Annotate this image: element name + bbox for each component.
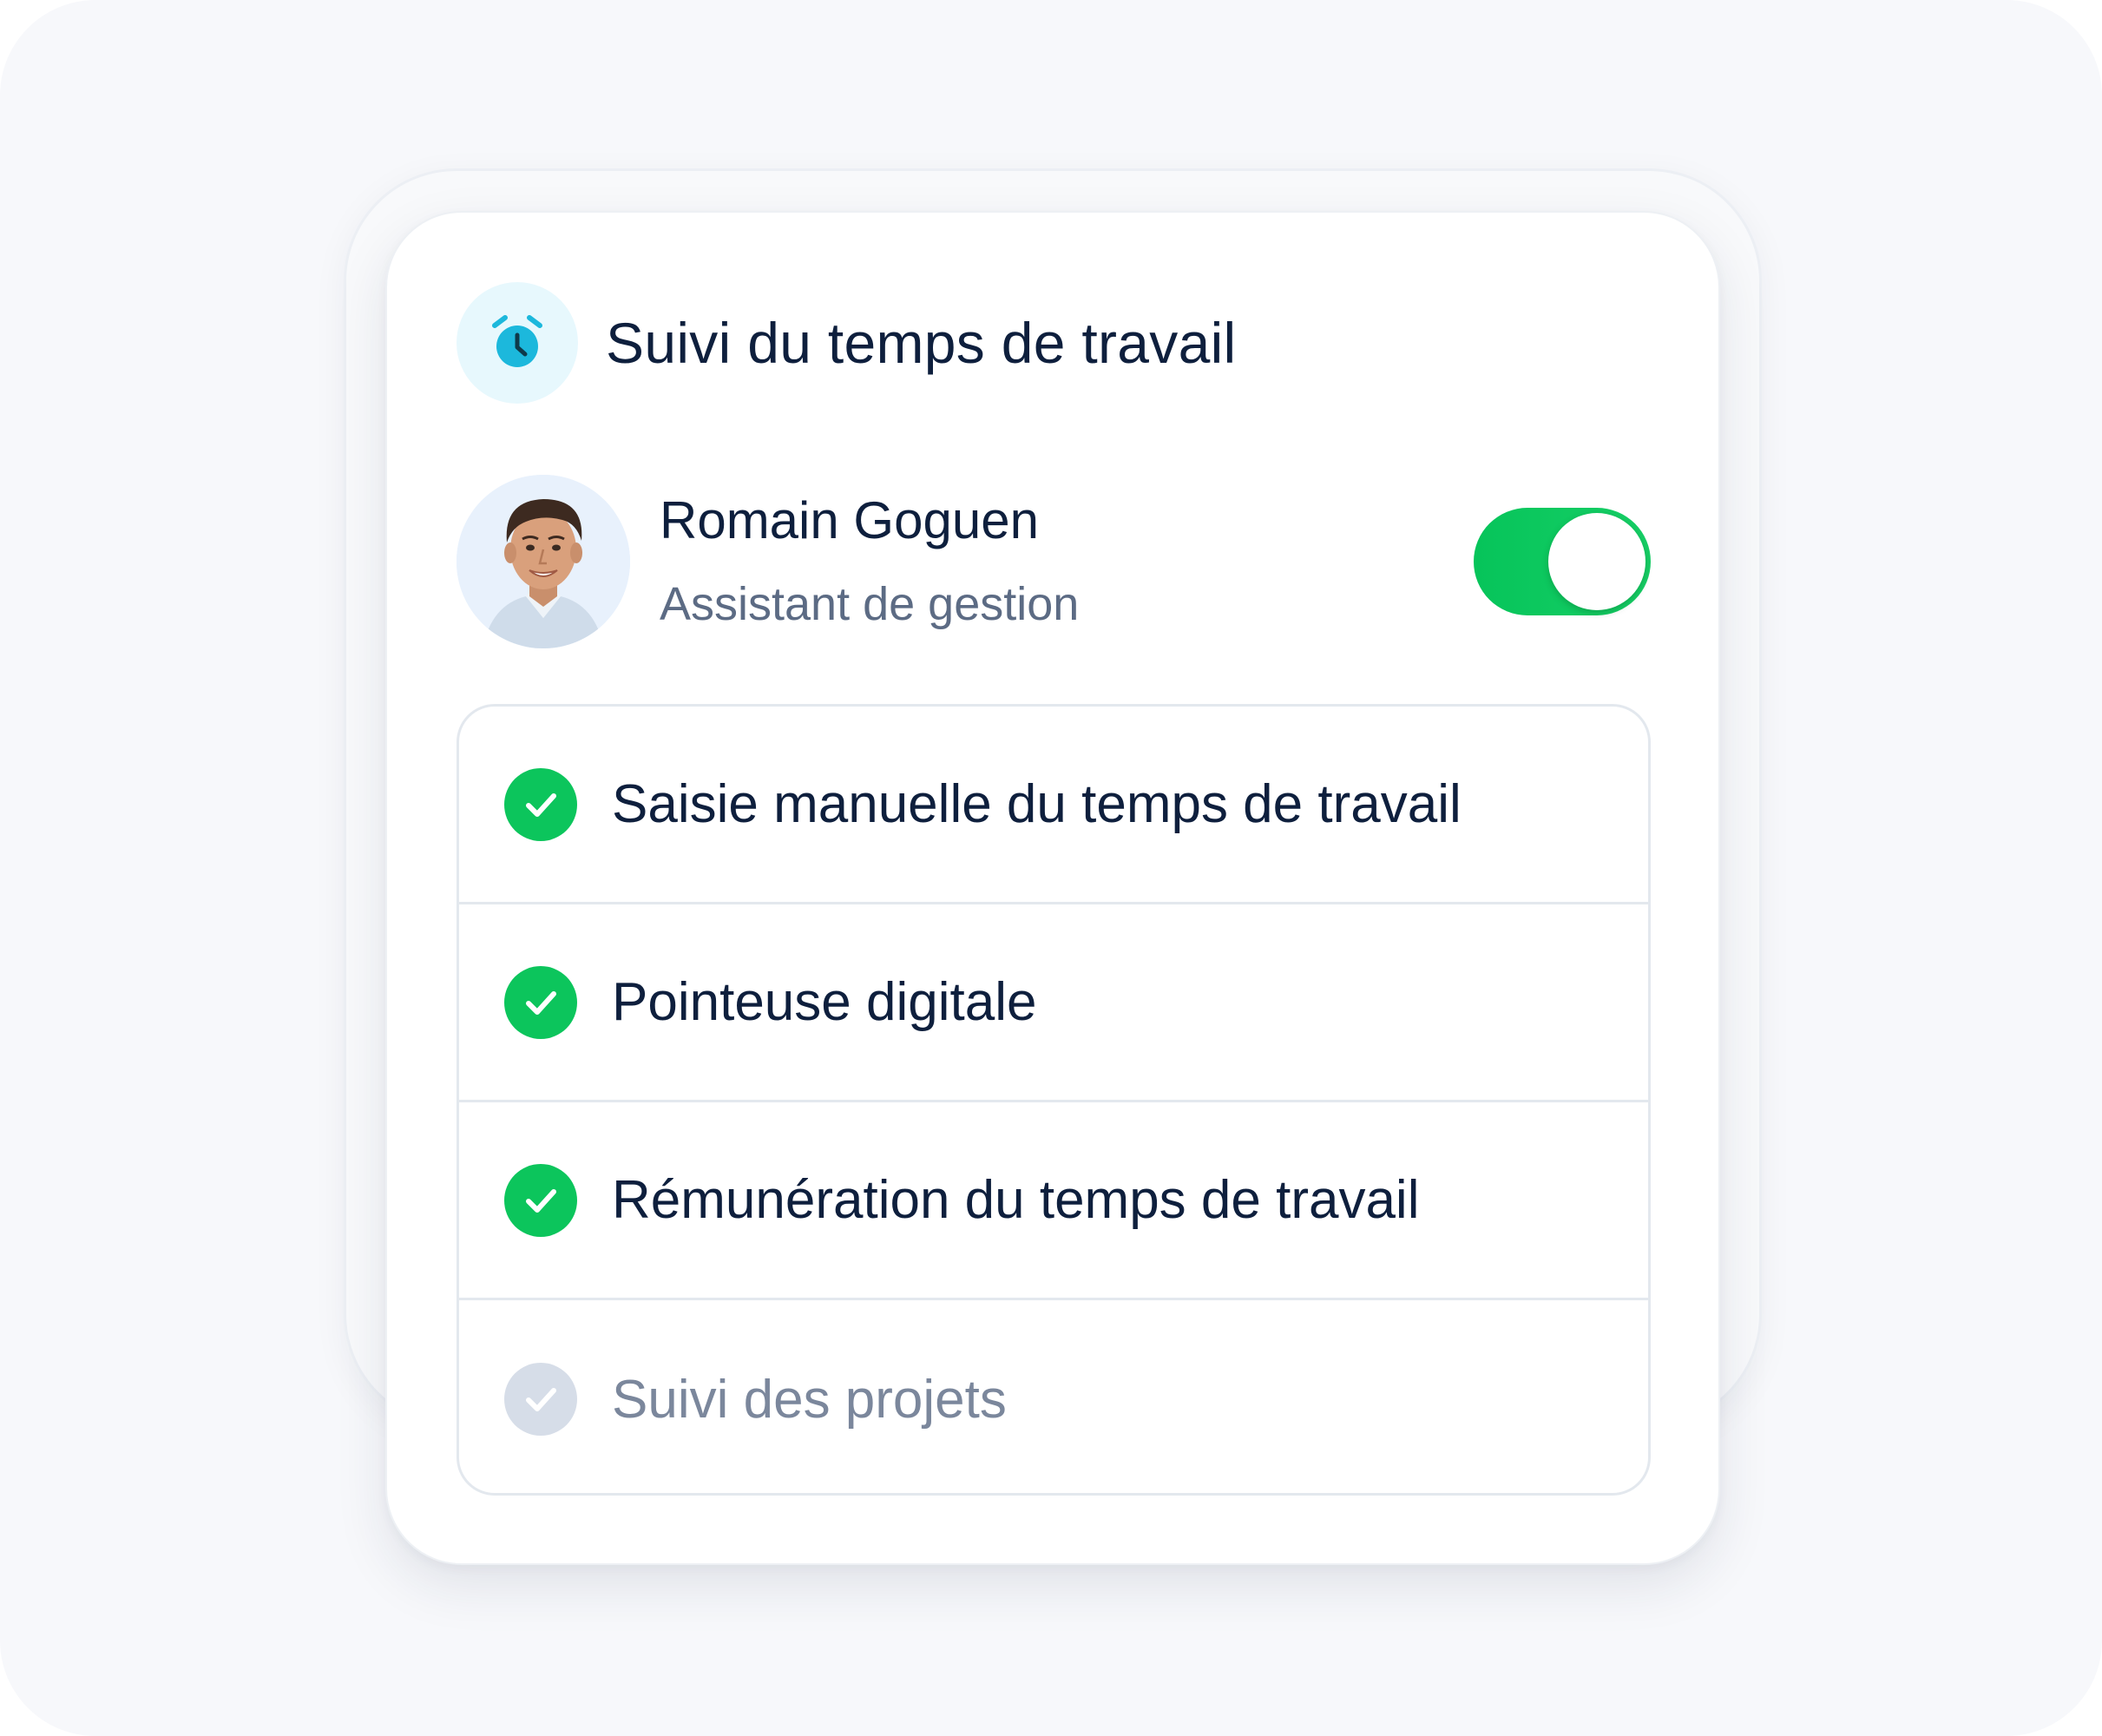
feature-item-suivi-projets[interactable]: Suivi des projets bbox=[459, 1300, 1648, 1493]
feature-list: Saisie manuelle du temps de travail Poin… bbox=[457, 704, 1651, 1496]
alarm-clock-icon bbox=[457, 282, 578, 404]
background-canvas: Suivi du temps de travail Romain Goguen … bbox=[0, 0, 2102, 1736]
user-row: Romain Goguen Assistant de gestion bbox=[457, 475, 1651, 648]
feature-label: Rémunération du temps de travail bbox=[612, 1170, 1420, 1230]
check-circle-icon bbox=[504, 1363, 577, 1436]
feature-label: Saisie manuelle du temps de travail bbox=[612, 774, 1462, 834]
page-title: Suivi du temps de travail bbox=[606, 311, 1237, 375]
check-circle-icon bbox=[504, 965, 577, 1039]
user-name: Romain Goguen bbox=[660, 491, 1039, 549]
avatar bbox=[457, 475, 630, 648]
tracking-toggle[interactable] bbox=[1474, 508, 1651, 615]
check-circle-icon bbox=[504, 1163, 577, 1237]
feature-item-pointeuse[interactable]: Pointeuse digitale bbox=[459, 904, 1648, 1102]
feature-label: Suivi des projets bbox=[612, 1369, 1007, 1430]
feature-item-saisie-manuelle[interactable]: Saisie manuelle du temps de travail bbox=[459, 707, 1648, 904]
user-role: Assistant de gestion bbox=[660, 578, 1080, 630]
check-circle-icon bbox=[504, 767, 577, 841]
time-tracking-card: Suivi du temps de travail Romain Goguen … bbox=[385, 211, 1720, 1565]
feature-label: Pointeuse digitale bbox=[612, 972, 1037, 1032]
feature-item-remuneration[interactable]: Rémunération du temps de travail bbox=[459, 1102, 1648, 1300]
toggle-knob[interactable] bbox=[1548, 513, 1645, 610]
card-header: Suivi du temps de travail bbox=[457, 282, 1237, 404]
